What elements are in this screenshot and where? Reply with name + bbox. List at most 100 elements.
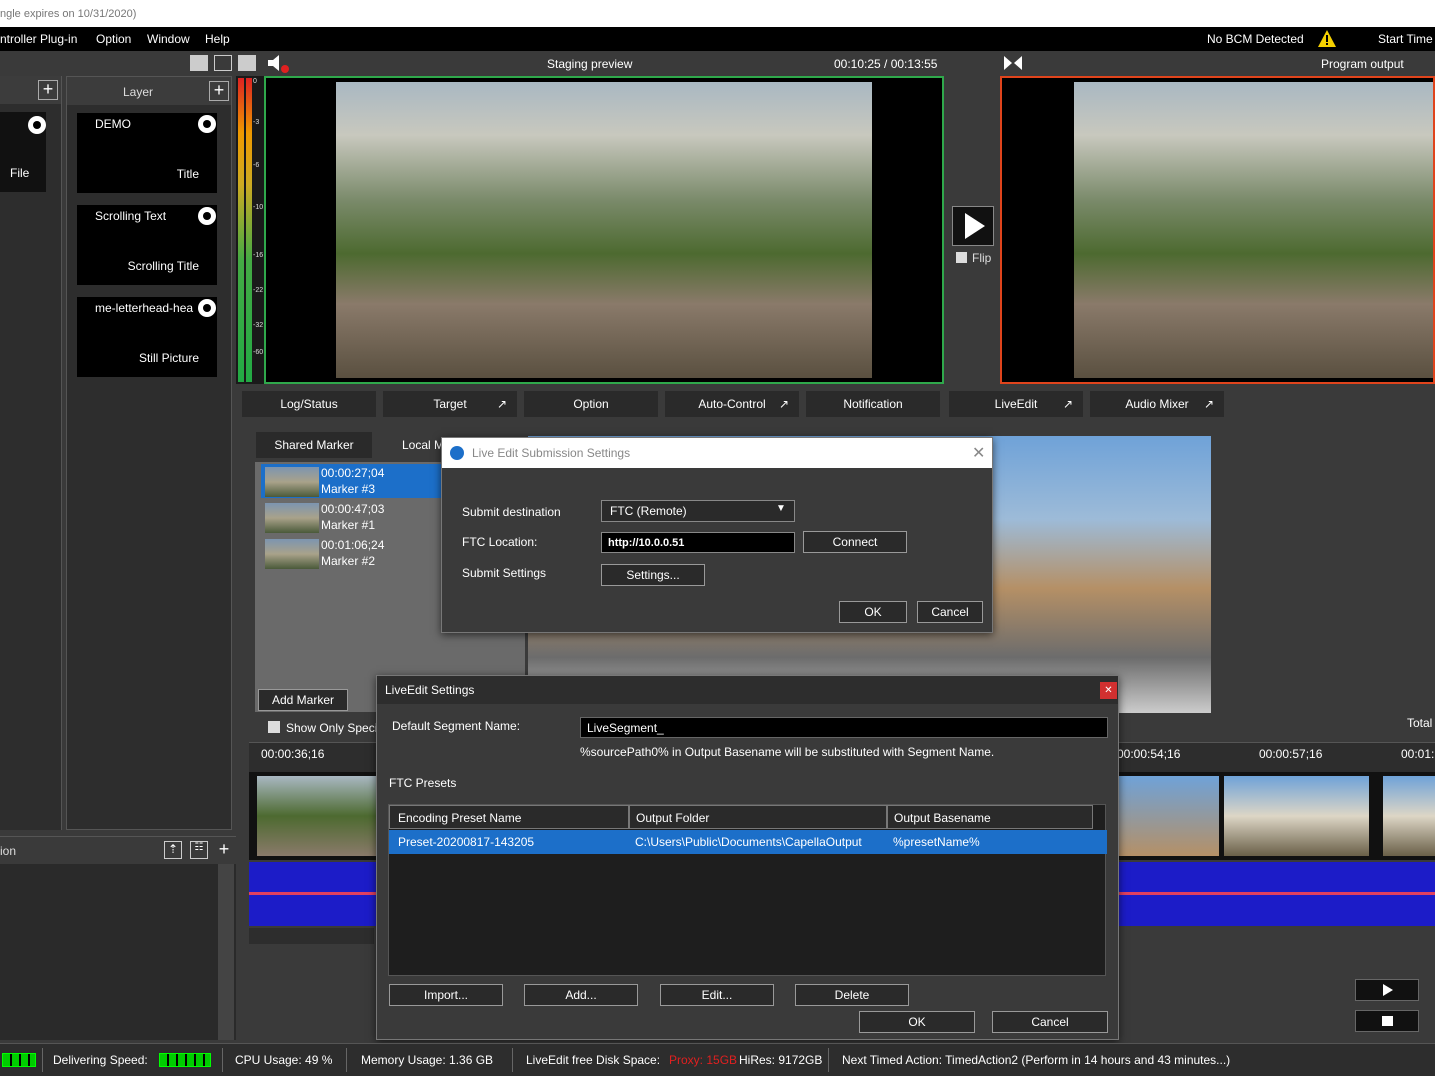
timeline-scrollbar[interactable] xyxy=(249,928,374,944)
staging-preview[interactable] xyxy=(264,76,944,384)
close-icon[interactable]: ✕ xyxy=(972,443,985,463)
destination-select[interactable]: FTC (Remote) ▼ xyxy=(601,500,795,522)
tab-audio-mixer[interactable]: Audio Mixer ↗ xyxy=(1090,391,1224,417)
layer-name: DEMO xyxy=(95,117,131,131)
tab-shared-marker[interactable]: Shared Marker xyxy=(256,432,372,458)
layer-item[interactable]: Scrolling Text Scrolling Title xyxy=(77,205,217,285)
menu-window[interactable]: Window xyxy=(147,32,190,46)
menu-bar: ntroller Plug-in Option Window Help No B… xyxy=(0,27,1435,51)
list-item[interactable]: 00:01:06;24 Marker #2 xyxy=(261,536,441,570)
tab-notification[interactable]: Notification xyxy=(806,391,940,417)
tab-auto-control[interactable]: Auto-Control ↗ xyxy=(665,391,799,417)
menu-option[interactable]: Option xyxy=(96,32,131,46)
popout-icon[interactable]: ↗ xyxy=(1063,391,1073,417)
cancel-button[interactable]: Cancel xyxy=(917,601,983,623)
list-item[interactable]: 00:00:47;03 Marker #1 xyxy=(261,500,441,534)
total-label: Total xyxy=(1407,716,1433,730)
layout-icon[interactable] xyxy=(238,55,256,71)
status-divider xyxy=(828,1048,829,1072)
bottom-left-list xyxy=(0,864,236,1040)
output-basename-cell: %presetName% xyxy=(893,835,980,849)
edit-button[interactable]: Edit... xyxy=(660,984,774,1006)
segment-name-input[interactable] xyxy=(580,717,1108,738)
source-panel: + File xyxy=(0,76,62,830)
tab-target[interactable]: Target ↗ xyxy=(383,391,517,417)
timeline-time: 00:00:36;16 xyxy=(261,747,325,761)
program-output[interactable] xyxy=(1000,76,1435,384)
add-icon[interactable]: + xyxy=(214,839,234,859)
tab-option[interactable]: Option xyxy=(524,391,658,417)
status-divider xyxy=(222,1048,223,1072)
layer-name: Scrolling Text xyxy=(95,209,167,223)
layer-gear-icon[interactable] xyxy=(198,207,216,225)
destination-label: Submit destination xyxy=(462,505,561,519)
play-button[interactable] xyxy=(1355,979,1419,1001)
submit-settings-label: Submit Settings xyxy=(462,566,547,580)
layer-type: Scrolling Title xyxy=(127,259,199,273)
add-marker-button[interactable]: Add Marker xyxy=(258,689,348,711)
tab-liveedit[interactable]: LiveEdit ↗ xyxy=(949,391,1083,417)
flip-checkbox[interactable] xyxy=(956,252,967,263)
settings-button[interactable]: Settings... xyxy=(601,564,705,586)
stop-button[interactable] xyxy=(1355,1010,1419,1032)
location-input[interactable] xyxy=(601,532,795,553)
layer-item[interactable]: me-letterhead-hea Still Picture xyxy=(77,297,217,377)
menu-controller-plugin[interactable]: ntroller Plug-in xyxy=(0,32,77,46)
delivering-speed-meter xyxy=(159,1053,211,1067)
meter-tick: -3 xyxy=(253,119,260,126)
popout-icon[interactable]: ↗ xyxy=(779,391,789,417)
column-header-preset-name[interactable]: Encoding Preset Name xyxy=(389,805,629,829)
right-side-panel: Total xyxy=(1407,428,1435,738)
popout-icon[interactable]: ↗ xyxy=(1204,391,1214,417)
layer-panel-header: Layer xyxy=(67,77,231,105)
menu-help[interactable]: Help xyxy=(205,32,230,46)
close-icon[interactable]: ✕ xyxy=(1100,682,1117,699)
list-view-icon[interactable]: ☷ xyxy=(190,841,208,859)
layer-type: Still Picture xyxy=(138,351,199,365)
delete-button[interactable]: Delete xyxy=(795,984,909,1006)
marker-name: Marker #2 xyxy=(321,554,376,568)
marker-time: 00:01:06;24 xyxy=(321,538,385,552)
meter-tick: -22 xyxy=(253,287,264,294)
popout-icon[interactable]: ↗ xyxy=(497,391,507,417)
swap-icon[interactable] xyxy=(1002,54,1024,72)
source-gear-icon[interactable] xyxy=(28,116,46,134)
column-header-output-basename[interactable]: Output Basename xyxy=(887,805,1093,829)
upload-icon[interactable]: ⇡ xyxy=(164,841,182,859)
status-divider xyxy=(42,1048,43,1072)
mute-icon[interactable] xyxy=(266,54,292,74)
expand-icon[interactable] xyxy=(214,55,232,71)
add-source-button[interactable]: + xyxy=(38,80,58,100)
marker-thumbnail xyxy=(265,467,319,497)
dialog-title: LiveEdit Settings xyxy=(385,683,475,697)
marker-thumbnail xyxy=(265,503,319,533)
dialog-titlebar: LiveEdit Settings ✕ xyxy=(377,676,1118,704)
grid-view-icon[interactable] xyxy=(190,55,208,71)
import-button[interactable]: Import... xyxy=(389,984,503,1006)
connect-button[interactable]: Connect xyxy=(803,531,907,553)
timeline-time: 00:00:57;16 xyxy=(1259,747,1323,761)
take-button[interactable] xyxy=(952,206,994,246)
tab-log-status[interactable]: Log/Status xyxy=(242,391,376,417)
add-layer-button[interactable]: + xyxy=(209,81,229,101)
timeline-time: 00:01: xyxy=(1401,747,1435,761)
add-button[interactable]: Add... xyxy=(524,984,638,1006)
ok-button[interactable]: OK xyxy=(839,601,907,623)
tab-auto-control-label: Auto-Control xyxy=(698,397,766,411)
table-row[interactable]: Preset-20200817-143205 C:\Users\Public\D… xyxy=(389,830,1107,854)
ok-button[interactable]: OK xyxy=(859,1011,975,1033)
location-label: FTC Location: xyxy=(462,535,538,549)
timeline-time: 00:00:54;16 xyxy=(1117,747,1181,761)
layer-gear-icon[interactable] xyxy=(198,299,216,317)
status-divider xyxy=(346,1048,347,1072)
layer-item[interactable]: DEMO Title xyxy=(77,113,217,193)
cancel-button[interactable]: Cancel xyxy=(992,1011,1108,1033)
marker-thumbnail xyxy=(265,539,319,569)
layer-gear-icon[interactable] xyxy=(198,115,216,133)
list-item[interactable]: 00:00:27;04 Marker #3 xyxy=(261,464,441,498)
chevron-down-icon[interactable]: ▼ xyxy=(776,503,786,514)
column-header-output-folder[interactable]: Output Folder xyxy=(629,805,887,829)
show-only-checkbox[interactable] xyxy=(268,721,280,733)
dialog-title: Live Edit Submission Settings xyxy=(472,446,631,460)
vertical-scrollbar[interactable] xyxy=(218,864,234,1040)
